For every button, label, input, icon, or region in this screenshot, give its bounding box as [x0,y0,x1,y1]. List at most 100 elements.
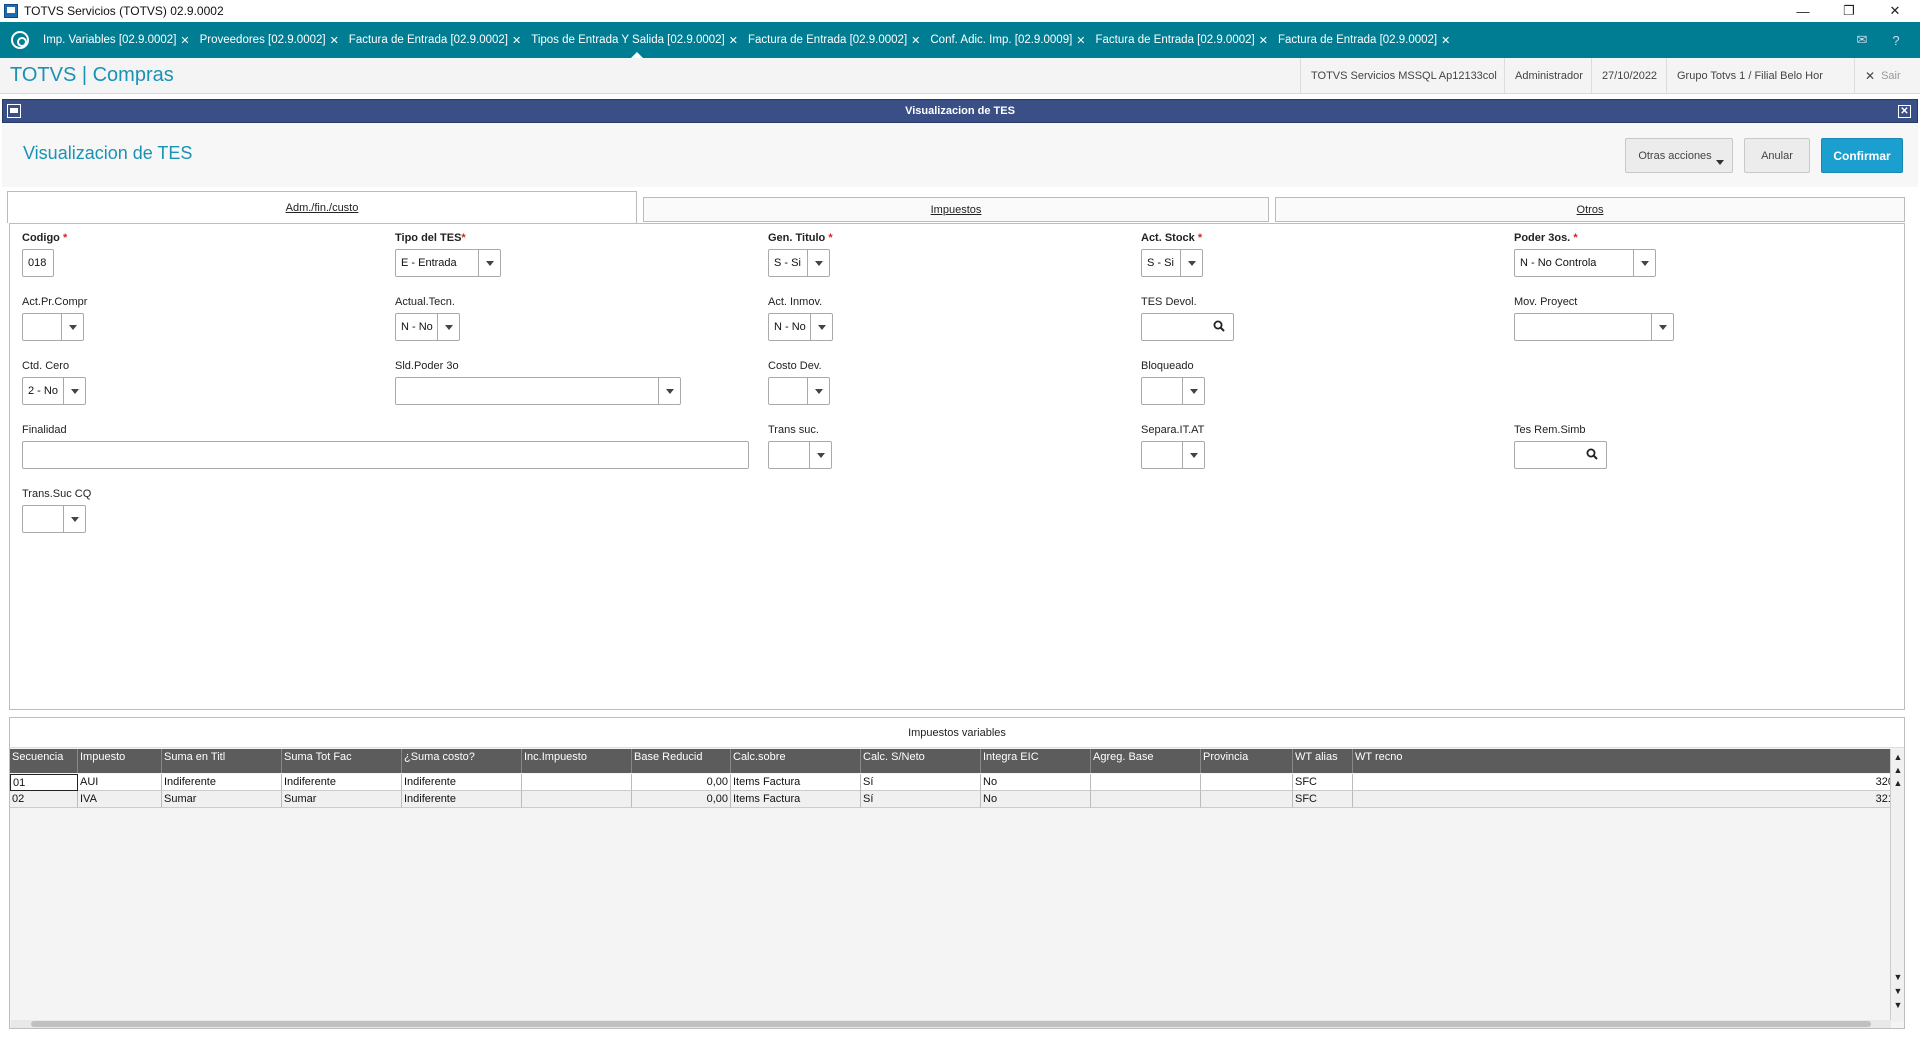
costo-dev-select[interactable] [768,377,830,405]
column-header[interactable]: Base Reducid [632,749,731,773]
chevron-down-icon[interactable] [63,378,85,404]
tab-imp-variables[interactable]: Imp. Variables [02.9.0002] ✕ [43,22,194,58]
trans-suc-cq-select[interactable] [22,505,86,533]
tab-factura-entrada-1[interactable]: Factura de Entrada [02.9.0002] ✕ [349,22,525,58]
scroll-down-icon[interactable]: ▼ [1892,971,1904,983]
vertical-scrollbar[interactable]: ▲ ▲ ▲ ▼ ▼ ▼ [1890,749,1904,1022]
chevron-down-icon[interactable] [61,314,83,340]
grid-cell[interactable]: SFC [1293,791,1353,808]
grid-cell[interactable]: Sumar [162,791,282,808]
sld-poder-3o-select[interactable] [395,377,681,405]
chevron-down-icon[interactable] [807,378,829,404]
tab-proveedores[interactable]: Proveedores [02.9.0002] ✕ [200,22,343,58]
tipo-tes-select[interactable]: E - Entrada [395,249,501,277]
grid-cell[interactable]: Items Factura [731,791,861,808]
grid-cell[interactable]: 0,00 [632,791,731,808]
scroll-page-down-icon[interactable]: ▼ [1892,985,1904,997]
column-header[interactable]: Inc.Impuesto [522,749,632,773]
grid-cell[interactable] [522,791,632,808]
chevron-down-icon[interactable] [1180,250,1202,276]
search-icon[interactable] [1586,448,1598,462]
act-pr-compr-select[interactable] [22,313,84,341]
grid-cell[interactable] [1201,774,1293,791]
column-header[interactable]: WT alias [1293,749,1353,773]
finalidad-input[interactable] [22,441,749,469]
grid-cell[interactable]: Sumar [282,791,402,808]
close-tab-icon[interactable]: ✕ [1259,34,1268,47]
grid-cell[interactable]: No [981,774,1091,791]
tab-adm-fin-custo[interactable]: Adm./fin./custo [7,191,637,223]
column-header[interactable]: Suma Tot Fac [282,749,402,773]
grid-cell[interactable]: No [981,791,1091,808]
column-header[interactable]: ¿Suma costo? [402,749,522,773]
column-header[interactable]: Calc.sobre [731,749,861,773]
close-window-button[interactable]: ✕ [1872,0,1918,22]
grid-cell[interactable] [1091,791,1201,808]
close-tab-icon[interactable]: ✕ [180,34,189,47]
search-icon[interactable] [1213,320,1225,334]
grid-cell[interactable]: AUI [78,774,162,791]
codigo-input[interactable]: 018 [22,249,54,277]
tab-tipos-entrada-salida[interactable]: Tipos de Entrada Y Salida [02.9.0002] ✕ [531,22,742,58]
grid-cell[interactable]: Indiferente [282,774,402,791]
chevron-down-icon[interactable] [1651,314,1673,340]
close-tab-icon[interactable]: ✕ [1441,34,1450,47]
chevron-down-icon[interactable] [1182,442,1204,468]
chevron-down-icon[interactable] [807,250,829,276]
grid-cell[interactable]: 0,00 [632,774,731,791]
chevron-down-icon[interactable] [1633,250,1655,276]
grid-cell[interactable]: Indiferente [402,774,522,791]
scroll-thumb[interactable] [31,1021,1871,1027]
confirm-button[interactable]: Confirmar [1821,138,1903,173]
column-header[interactable]: Suma en Titl [162,749,282,773]
grid-cell[interactable]: 01 [10,774,78,791]
scroll-page-up-icon[interactable]: ▲ [1892,764,1904,776]
grid-cell[interactable]: 321 [1353,791,1897,808]
act-stock-select[interactable]: S - Si [1141,249,1203,277]
grid-cell[interactable]: SFC [1293,774,1353,791]
close-tab-icon[interactable]: ✕ [1076,34,1085,47]
horizontal-scrollbar[interactable] [11,1020,1891,1028]
act-inmov-select[interactable]: N - No [768,313,833,341]
more-actions-button[interactable]: Otras acciones [1625,138,1733,173]
grid-cell[interactable]: Indiferente [402,791,522,808]
separa-it-at-select[interactable] [1141,441,1205,469]
chevron-down-icon[interactable] [810,314,832,340]
chevron-down-icon[interactable] [63,506,85,532]
grid-cell[interactable]: Sí [861,774,981,791]
mov-proyect-select[interactable] [1514,313,1674,341]
tab-factura-entrada-2[interactable]: Factura de Entrada [02.9.0002] ✕ [748,22,924,58]
scroll-top-icon[interactable]: ▲ [1892,751,1904,763]
minimize-button[interactable]: — [1780,0,1826,22]
close-tab-icon[interactable]: ✕ [512,34,521,47]
ctd-cero-select[interactable]: 2 - No [22,377,86,405]
column-header[interactable]: Calc. S/Neto [861,749,981,773]
close-tab-icon[interactable]: ✕ [330,34,339,47]
branch-info[interactable]: Grupo Totvs 1 / Filial Belo Hor [1666,58,1833,94]
poder-3os-select[interactable]: N - No Controla [1514,249,1656,277]
restore-button[interactable]: ❐ [1826,0,1872,22]
grid-cell[interactable]: Sí [861,791,981,808]
scroll-bottom-icon[interactable]: ▼ [1892,999,1904,1011]
grid-cell[interactable]: 320 [1353,774,1897,791]
tab-conf-adic-imp[interactable]: Conf. Adic. Imp. [02.9.0009] ✕ [930,22,1089,58]
cancel-button[interactable]: Anular [1744,138,1810,173]
tes-devol-input[interactable] [1141,313,1234,341]
exit-button[interactable]: ✕ Sair [1854,58,1911,94]
grid-cell[interactable] [1201,791,1293,808]
grid-cell[interactable]: Items Factura [731,774,861,791]
chevron-down-icon[interactable] [1182,378,1204,404]
chevron-down-icon[interactable] [437,314,459,340]
close-tab-icon[interactable]: ✕ [911,34,920,47]
chevron-down-icon[interactable] [478,250,500,276]
actual-tecn-select[interactable]: N - No [395,313,460,341]
mail-icon[interactable]: ✉ [1852,30,1872,50]
column-header[interactable]: Secuencia [10,749,78,773]
column-header[interactable]: WT recno [1353,749,1897,773]
trans-suc-select[interactable] [768,441,832,469]
user-info[interactable]: Administrador [1504,58,1593,94]
chevron-down-icon[interactable] [658,378,680,404]
column-header[interactable]: Impuesto [78,749,162,773]
grid-cell[interactable]: 02 [10,791,78,808]
grid-cell[interactable] [522,774,632,791]
